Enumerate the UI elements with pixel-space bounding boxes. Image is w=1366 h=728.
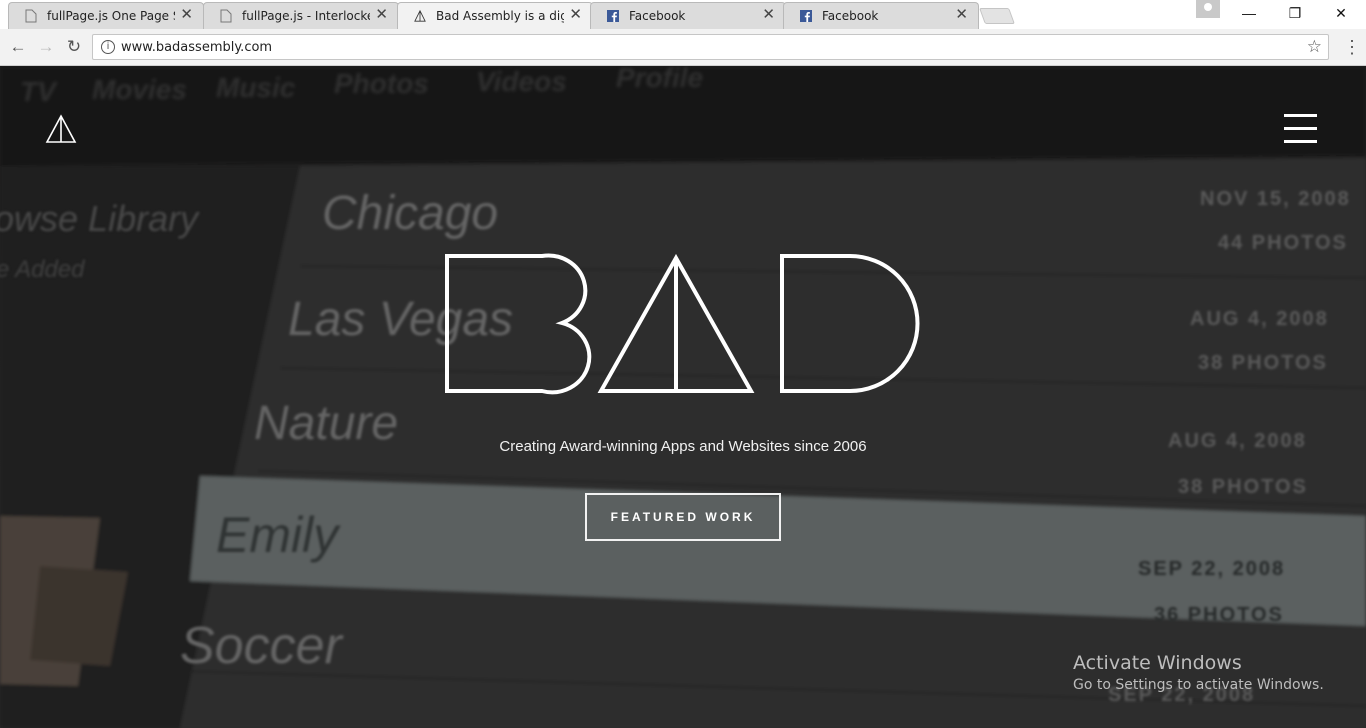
close-icon[interactable]: ✕ <box>955 7 968 23</box>
close-icon[interactable]: ✕ <box>375 7 388 23</box>
back-icon[interactable]: ← <box>6 35 30 59</box>
tab-title: fullPage.js One Page Scroll <box>47 9 175 23</box>
browser-menu-icon[interactable]: ⋮ <box>1342 35 1362 59</box>
hero-section: TV Movies Music Photos Videos Profile ow… <box>0 66 1366 728</box>
close-icon[interactable]: ✕ <box>569 7 582 23</box>
close-icon[interactable]: ✕ <box>762 7 775 23</box>
browser-tab-1[interactable]: fullPage.js One Page Scroll ✕ <box>8 2 204 29</box>
page-icon <box>25 9 37 23</box>
browser-tab-5[interactable]: Facebook ✕ <box>783 2 979 29</box>
url-text[interactable]: www.badassembly.com <box>121 40 272 55</box>
tab-strip: fullPage.js One Page Scroll ✕ fullPage.j… <box>0 0 1366 29</box>
info-icon[interactable]: i <box>101 40 115 54</box>
tab-title: Facebook <box>822 9 879 23</box>
close-icon[interactable]: ✕ <box>180 7 193 23</box>
forward-icon[interactable]: → <box>34 35 58 59</box>
new-tab-button[interactable] <box>979 8 1015 24</box>
reload-icon[interactable]: ↻ <box>62 35 86 59</box>
tab-title: fullPage.js - Interlocked S <box>242 9 370 23</box>
hero-tagline: Creating Award-winning Apps and Websites… <box>499 438 867 455</box>
featured-work-button[interactable]: FEATURED WORK <box>585 493 781 541</box>
facebook-icon <box>607 10 619 22</box>
address-bar[interactable]: i www.badassembly.com ☆ <box>92 34 1329 60</box>
bad-logo <box>445 253 920 395</box>
facebook-icon <box>800 10 812 22</box>
site-logo-icon[interactable] <box>40 112 80 148</box>
tab-title: Facebook <box>629 9 686 23</box>
hamburger-menu-icon[interactable] <box>1284 114 1318 144</box>
browser-tab-2[interactable]: fullPage.js - Interlocked S ✕ <box>203 2 399 29</box>
window-close-icon[interactable]: ✕ <box>1326 3 1356 23</box>
page-icon <box>220 9 232 23</box>
minimize-icon[interactable]: — <box>1234 3 1264 23</box>
browser-tab-4[interactable]: Facebook ✕ <box>590 2 786 29</box>
bookmark-star-icon[interactable]: ☆ <box>1307 37 1322 57</box>
tab-title: Bad Assembly is a digital <box>436 9 564 23</box>
bad-triangle-icon <box>414 9 426 22</box>
activate-windows-title: Activate Windows <box>1073 652 1242 674</box>
restore-icon[interactable]: ❐ <box>1280 3 1310 23</box>
activate-windows-subtitle: Go to Settings to activate Windows. <box>1073 677 1324 693</box>
browser-toolbar: ← → ↻ i www.badassembly.com ☆ ⋮ <box>0 29 1366 66</box>
profile-icon[interactable] <box>1196 0 1220 18</box>
background-overlay <box>0 66 1366 728</box>
browser-tab-3[interactable]: Bad Assembly is a digital ✕ <box>397 2 593 29</box>
